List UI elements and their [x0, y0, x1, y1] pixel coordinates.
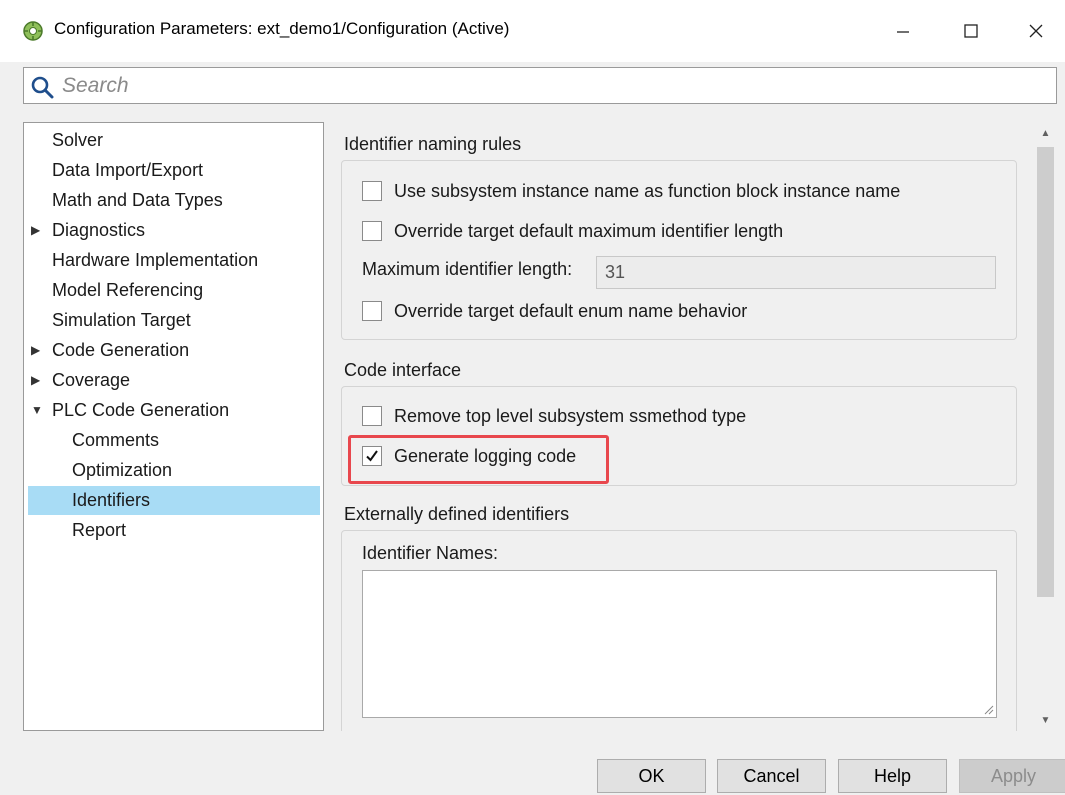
collapsed-arrow-icon[interactable]: ▶	[31, 366, 45, 395]
tree-item[interactable]: Optimization	[28, 456, 320, 485]
remove-ssmethod-checkbox[interactable]	[362, 406, 382, 426]
tree-item[interactable]: Simulation Target	[28, 306, 320, 335]
collapsed-arrow-icon[interactable]: ▶	[31, 336, 45, 365]
cancel-button[interactable]: Cancel	[717, 759, 826, 793]
collapsed-arrow-icon[interactable]: ▶	[31, 216, 45, 245]
ok-button[interactable]: OK	[597, 759, 706, 793]
tree-item-label: Model Referencing	[52, 280, 204, 300]
scrollbar-thumb[interactable]	[1037, 147, 1054, 597]
remove-ssmethod-label: Remove top level subsystem ssmethod type	[394, 405, 747, 426]
override-enum-name-checkbox[interactable]	[362, 301, 382, 321]
tree-item[interactable]: Identifiers	[28, 486, 320, 515]
vertical-scrollbar[interactable]: ▲ ▼	[1034, 122, 1057, 731]
title-bar: Configuration Parameters: ext_demo1/Conf…	[0, 0, 1065, 62]
search-bar	[23, 67, 1057, 104]
override-max-length-checkbox[interactable]	[362, 221, 382, 241]
tree-item[interactable]: Model Referencing	[28, 276, 320, 305]
tree-item-label: Coverage	[52, 370, 131, 390]
tree-item[interactable]: Hardware Implementation	[28, 246, 320, 275]
identifier-names-label: Identifier Names:	[362, 543, 499, 563]
section-title-external-identifiers: Externally defined identifiers	[344, 504, 570, 524]
close-button[interactable]	[1013, 8, 1059, 54]
tree-item-label: Report	[72, 520, 127, 540]
override-max-length-checkbox-row[interactable]: Override target default maximum identifi…	[362, 218, 783, 244]
use-subsystem-instance-name-checkbox[interactable]	[362, 181, 382, 201]
resize-grip-icon[interactable]	[982, 703, 994, 715]
tree-item-label: PLC Code Generation	[52, 400, 230, 420]
minimize-icon	[897, 31, 909, 33]
maximize-icon	[964, 24, 978, 38]
tree-item[interactable]: Solver	[28, 126, 320, 155]
maximize-button[interactable]	[948, 8, 994, 54]
tree-item-label: Code Generation	[52, 340, 190, 360]
tree-item-label: Comments	[72, 430, 160, 450]
tree-item-label: Identifiers	[72, 490, 151, 510]
tree-item[interactable]: ▶ Code Generation	[28, 336, 320, 365]
window-title: Configuration Parameters: ext_demo1/Conf…	[54, 19, 510, 38]
help-button[interactable]: Help	[838, 759, 947, 793]
tree-item[interactable]: ▶ Coverage	[28, 366, 320, 395]
tree-item-label: Simulation Target	[52, 310, 191, 330]
tree-item[interactable]: Math and Data Types	[28, 186, 320, 215]
identifier-names-textarea[interactable]	[362, 570, 997, 718]
override-max-length-label: Override target default maximum identifi…	[394, 220, 784, 241]
tree-item[interactable]: Report	[28, 516, 320, 545]
close-icon	[1029, 24, 1043, 38]
max-identifier-length-field[interactable]: 31	[596, 256, 996, 289]
apply-button[interactable]: Apply	[959, 759, 1065, 793]
identifier-naming-group: Use subsystem instance name as function …	[341, 160, 1017, 340]
tree-item-label: Diagnostics	[52, 220, 146, 240]
tree-item[interactable]: ▼ PLC Code Generation	[28, 396, 320, 425]
tree-item-label: Hardware Implementation	[52, 250, 259, 270]
use-subsystem-instance-name-label: Use subsystem instance name as function …	[394, 180, 901, 201]
tree-item[interactable]: ▶ Diagnostics	[28, 216, 320, 245]
override-enum-name-checkbox-row[interactable]: Override target default enum name behavi…	[362, 298, 747, 324]
search-input[interactable]	[62, 70, 1042, 101]
section-title-code-interface: Code interface	[344, 360, 462, 380]
tree-item-label: Solver	[52, 130, 104, 150]
override-enum-name-label: Override target default enum name behavi…	[394, 300, 748, 321]
category-tree: Solver Data Import/Export Math and Data Ty…	[23, 122, 324, 731]
use-subsystem-instance-name-checkbox-row[interactable]: Use subsystem instance name as function …	[362, 178, 900, 204]
highlight-box	[348, 435, 609, 484]
simulink-app-icon	[23, 21, 43, 41]
tree-item[interactable]: Comments	[28, 426, 320, 455]
external-identifiers-group: Identifier Names:	[341, 530, 1017, 731]
minimize-button[interactable]	[880, 8, 926, 54]
dialog-footer: OK Cancel Help Apply	[0, 745, 1065, 795]
expanded-arrow-icon[interactable]: ▼	[31, 396, 45, 425]
tree-item-label: Math and Data Types	[52, 190, 223, 210]
section-title-identifier-naming: Identifier naming rules	[344, 134, 522, 154]
scroll-up-arrow-icon[interactable]: ▲	[1034, 122, 1057, 144]
tree-item-label: Optimization	[72, 460, 173, 480]
settings-pane: Identifier naming rules Use subsystem in…	[325, 122, 1034, 731]
max-identifier-length-label: Maximum identifier length:	[362, 259, 573, 279]
tree-item[interactable]: Data Import/Export	[28, 156, 320, 185]
remove-ssmethod-checkbox-row[interactable]: Remove top level subsystem ssmethod type	[362, 403, 746, 429]
scroll-down-arrow-icon[interactable]: ▼	[1034, 709, 1057, 731]
search-icon[interactable]	[30, 75, 54, 99]
tree-item-label: Data Import/Export	[52, 160, 204, 180]
